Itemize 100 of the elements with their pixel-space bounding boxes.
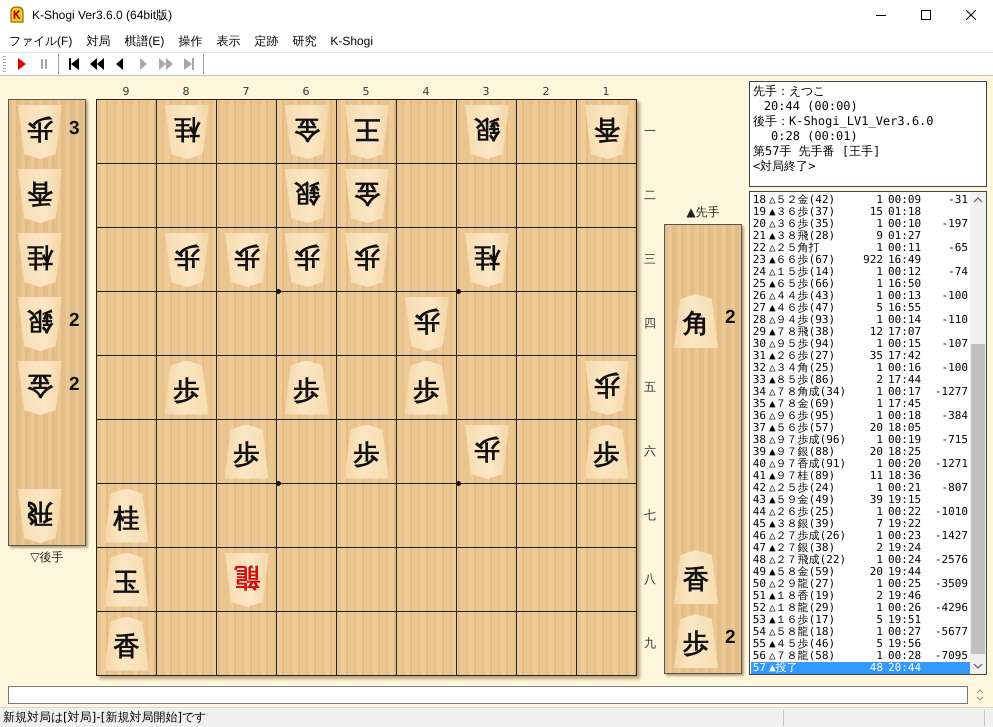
menu-item[interactable]: K-Shogi [323,34,380,48]
shogi-piece[interactable]: 香 [18,169,62,223]
move-row[interactable]: 34 △７８角成(34) 1 00:17 -1277 [751,386,970,398]
input-field[interactable] [8,686,968,704]
move-row[interactable]: 56 △７８龍(58) 1 00:28 -7095 [751,650,970,662]
file-label: 4 [422,85,430,99]
file-label: 3 [482,85,490,99]
piece-count: 2 [725,627,736,649]
move-row[interactable]: 42 △２５歩(24) 1 00:21 -807 [751,482,970,494]
menu-item[interactable]: 定跡 [247,32,286,50]
move-row[interactable]: 30 △９５歩(94) 1 00:15 -107 [751,338,970,350]
move-row[interactable]: 50 △２９龍(27) 1 00:25 -3509 [751,578,970,590]
info-text: <対局終了> [753,159,816,174]
shogi-piece[interactable]: 桂 [104,488,148,542]
move-row[interactable]: 46 △２７歩成(26) 1 00:23 -1427 [751,530,970,542]
shogi-piece[interactable]: 王 [344,104,388,158]
move-row[interactable]: 31 ▲２６歩(27) 35 17:42 [751,350,970,362]
info-text: 先手：えつこ [753,84,826,99]
menu-item[interactable]: 対局 [79,32,118,50]
shogi-piece[interactable]: 銀 [464,104,508,158]
maximize-icon [920,10,930,20]
shogi-piece[interactable]: 桂 [464,232,508,286]
shogi-piece[interactable]: 歩 [674,614,718,668]
shogi-piece[interactable]: 歩 [224,232,268,286]
shogi-piece[interactable]: 歩 [164,360,208,414]
move-row[interactable]: 35 ▲７８金(69) 1 17:45 [751,398,970,410]
menu-item[interactable]: 棋譜(E) [117,32,172,50]
rank-label: 五 [643,378,657,396]
shogi-piece[interactable]: 歩 [164,232,208,286]
move-row[interactable]: 39 ▲９７銀(88) 20 18:25 [751,446,970,458]
move-row[interactable]: 23 ▲６６歩(67) 922 16:49 [751,254,970,266]
info-text: 0:28 (00:01) [770,129,858,144]
menu-item[interactable]: 表示 [209,32,248,50]
rank-label: 七 [643,506,657,524]
piece-count: 2 [69,310,80,332]
move-row[interactable]: 40 △９７香成(91) 1 00:20 -1271 [751,458,970,470]
rank-label: 一 [643,122,657,140]
move-row[interactable]: 18 △５２金(42) 1 00:09 -31 [751,194,970,206]
move-row[interactable]: 41 ▲９７桂(89) 11 18:36 [751,470,970,482]
shogi-piece[interactable]: 飛 [18,489,62,543]
move-row[interactable]: 36 △９６歩(95) 1 00:18 -384 [751,410,970,422]
shogi-piece[interactable]: 龍 [224,552,268,606]
shogi-piece[interactable]: 歩 [18,105,62,159]
piece-count: 2 [69,374,80,396]
move-row[interactable]: 27 ▲４６歩(47) 5 16:55 [751,302,970,314]
shogi-piece[interactable]: 香 [674,550,718,604]
shogi-piece[interactable]: 桂 [18,233,62,287]
move-row[interactable]: 49 ▲５８金(59) 20 19:44 [751,566,970,578]
shogi-piece[interactable]: 歩 [284,360,328,414]
shogi-piece[interactable]: 歩 [404,296,448,350]
move-row[interactable]: 51 ▲１８香(19) 2 19:46 [751,590,970,602]
shogi-piece[interactable]: 金 [18,361,62,415]
move-row[interactable]: 29 ▲７８飛(38) 12 17:07 [751,326,970,338]
scroll-thumb[interactable] [971,344,985,654]
shogi-piece[interactable]: 金 [284,104,328,158]
menu-item[interactable]: 研究 [285,32,324,50]
info-text: 第57手 先手番 [王手] [753,144,882,159]
move-row[interactable]: 19 ▲３６歩(37) 15 01:18 [751,206,970,218]
shogi-piece[interactable]: 歩 [404,360,448,414]
move-row[interactable]: 20 △３６歩(35) 1 00:10 -197 [751,218,970,230]
move-row[interactable]: 53 ▲１６歩(17) 5 19:51 [751,614,970,626]
move-row[interactable]: 32 △３４角(25) 1 00:16 -100 [751,362,970,374]
move-row[interactable]: 52 △１８龍(29) 1 00:26 -4296 [751,602,970,614]
shogi-piece[interactable]: 歩 [344,424,388,478]
shogi-piece[interactable]: 歩 [584,424,628,478]
shogi-piece[interactable]: 歩 [584,360,628,414]
shogi-piece[interactable]: 歩 [344,232,388,286]
move-row[interactable]: 28 △９４歩(93) 1 00:14 -110 [751,314,970,326]
shogi-piece[interactable]: 香 [584,104,628,158]
move-row[interactable]: 26 △４４歩(43) 1 00:13 -100 [751,290,970,302]
shogi-piece[interactable]: 歩 [284,232,328,286]
star-point [276,289,281,294]
shogi-piece[interactable]: 金 [344,168,388,222]
menu-item[interactable]: 操作 [171,32,210,50]
move-row[interactable]: 44 △２６歩(25) 1 00:22 -1010 [751,506,970,518]
move-row[interactable]: 48 △２７飛成(22) 1 00:24 -2576 [751,554,970,566]
move-row[interactable]: 21 ▲３８飛(28) 9 01:27 [751,230,970,242]
move-row[interactable]: 25 ▲６５歩(66) 1 16:50 [751,278,970,290]
move-row[interactable]: 55 ▲４５歩(46) 5 19:56 [751,638,970,650]
move-row[interactable]: 47 ▲２７銀(38) 2 19:24 [751,542,970,554]
move-row[interactable]: 37 ▲５６歩(57) 20 18:05 [751,422,970,434]
move-row[interactable]: 22 △２５角打 1 00:11 -65 [751,242,970,254]
move-row[interactable]: 24 △１５歩(14) 1 00:12 -74 [751,266,970,278]
file-label: 6 [302,85,310,99]
shogi-piece[interactable]: 歩 [464,424,508,478]
shogi-piece[interactable]: 銀 [18,297,62,351]
shogi-piece[interactable]: 歩 [224,424,268,478]
menu-item[interactable]: ファイル(F) [2,32,80,50]
move-row[interactable]: 43 ▲５９金(49) 39 19:15 [751,494,970,506]
shogi-piece[interactable]: 桂 [164,104,208,158]
file-label: 2 [542,85,550,99]
move-row[interactable]: 54 △５８龍(18) 1 00:27 -5677 [751,626,970,638]
move-row[interactable]: 38 △９７歩成(96) 1 00:19 -715 [751,434,970,446]
shogi-piece[interactable]: 玉 [104,552,148,606]
move-row[interactable]: 33 ▲８５歩(86) 2 17:44 [751,374,970,386]
file-label: 7 [242,85,250,99]
shogi-piece[interactable]: 銀 [284,168,328,222]
shogi-piece[interactable]: 角 [674,294,718,348]
move-row[interactable]: 45 ▲３８銀(39) 7 19:22 [751,518,970,530]
shogi-piece[interactable]: 香 [104,616,148,670]
